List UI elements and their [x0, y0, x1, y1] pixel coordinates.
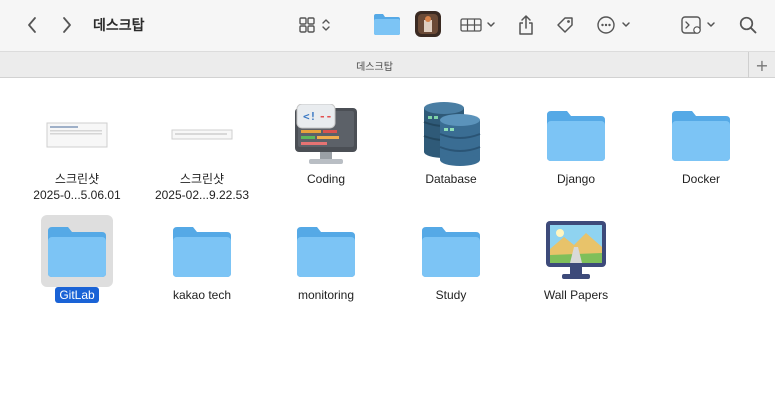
- file-item-label: Docker: [681, 172, 720, 186]
- folder-icon: [665, 99, 737, 171]
- more-actions-button[interactable]: [596, 12, 634, 38]
- tags-button[interactable]: [554, 12, 576, 38]
- file-item-label: 스크린샷: [54, 172, 100, 186]
- file-item-docker[interactable]: Docker: [646, 99, 756, 187]
- window-title: 데스크탑: [93, 18, 145, 34]
- tab-bar: 데스크탑 +: [0, 51, 775, 78]
- file-item-study[interactable]: Study: [396, 215, 506, 303]
- file-item-label: Coding: [306, 172, 346, 186]
- file-item-sublabel: 2025-02...9.22.53: [154, 188, 250, 202]
- svg-text:<!: <!: [303, 110, 316, 123]
- folder-icon: [540, 99, 612, 171]
- coding-monitor-icon: <! --: [290, 99, 362, 171]
- group-button[interactable]: [459, 12, 499, 38]
- folder-icon: [290, 215, 362, 287]
- file-item-label: Django: [556, 172, 596, 186]
- folder-icon: [166, 215, 238, 287]
- file-item-label: 스크린샷: [179, 172, 225, 186]
- terminal-icon: [681, 16, 715, 34]
- chevron-left-icon: [28, 17, 36, 33]
- toolbar: 데스크탑: [0, 0, 775, 51]
- folder-icon: [374, 14, 400, 35]
- search-button[interactable]: [737, 12, 759, 38]
- folder-icon: [415, 215, 487, 287]
- file-item-label: Study: [435, 288, 467, 302]
- file-item-sublabel: 2025-0...5.06.01: [33, 188, 121, 202]
- file-item-django[interactable]: Django: [521, 99, 631, 187]
- screenshot-thumbnail-icon: [41, 99, 113, 171]
- chevron-right-icon: [63, 17, 71, 33]
- tab-desktop[interactable]: 데스크탑: [0, 58, 749, 73]
- tag-icon: [557, 17, 573, 33]
- forward-button[interactable]: [57, 12, 77, 38]
- share-icon: [519, 15, 533, 35]
- file-item-label: GitLab: [22, 287, 132, 303]
- app-shortcut-button[interactable]: [414, 11, 442, 37]
- file-item-database[interactable]: Database: [396, 99, 506, 187]
- file-item-label: Database: [425, 172, 477, 186]
- file-item-label: monitoring: [297, 288, 355, 302]
- group-grid-icon: [460, 18, 495, 32]
- file-item-kakao-tech[interactable]: kakao tech: [147, 215, 257, 303]
- file-item-screenshot-1[interactable]: 스크린샷 2025-0...5.06.01: [22, 99, 132, 203]
- wallpaper-monitor-icon: [540, 215, 612, 287]
- new-tab-button[interactable]: +: [748, 52, 775, 78]
- file-item-coding[interactable]: <! -- Coding: [271, 99, 381, 187]
- open-terminal-button[interactable]: [679, 12, 719, 38]
- ellipsis-circle-icon: [597, 16, 630, 34]
- view-mode-button[interactable]: [297, 12, 337, 38]
- file-item-wall-papers[interactable]: Wall Papers: [521, 215, 631, 303]
- file-item-gitlab[interactable]: GitLab: [22, 215, 132, 303]
- svg-text:--: --: [319, 110, 332, 123]
- file-item-monitoring[interactable]: monitoring: [271, 215, 381, 303]
- database-icon: [415, 99, 487, 171]
- file-item-screenshot-2[interactable]: 스크린샷 2025-02...9.22.53: [147, 99, 257, 203]
- share-button[interactable]: [515, 12, 537, 38]
- folder-proxy-icon-button[interactable]: [373, 11, 401, 37]
- back-button[interactable]: [22, 12, 42, 38]
- folder-icon: [41, 215, 113, 287]
- file-item-label: kakao tech: [172, 288, 232, 302]
- file-item-label: Wall Papers: [543, 288, 609, 302]
- file-grid: 스크린샷 2025-0...5.06.01 스크린샷 2025-02...9.2…: [0, 79, 775, 403]
- screenshot-thumbnail-icon: [166, 99, 238, 171]
- grid-view-icon: [299, 17, 330, 33]
- app-icon: [415, 11, 441, 37]
- search-icon: [739, 16, 757, 34]
- selected-label: GitLab: [55, 287, 99, 303]
